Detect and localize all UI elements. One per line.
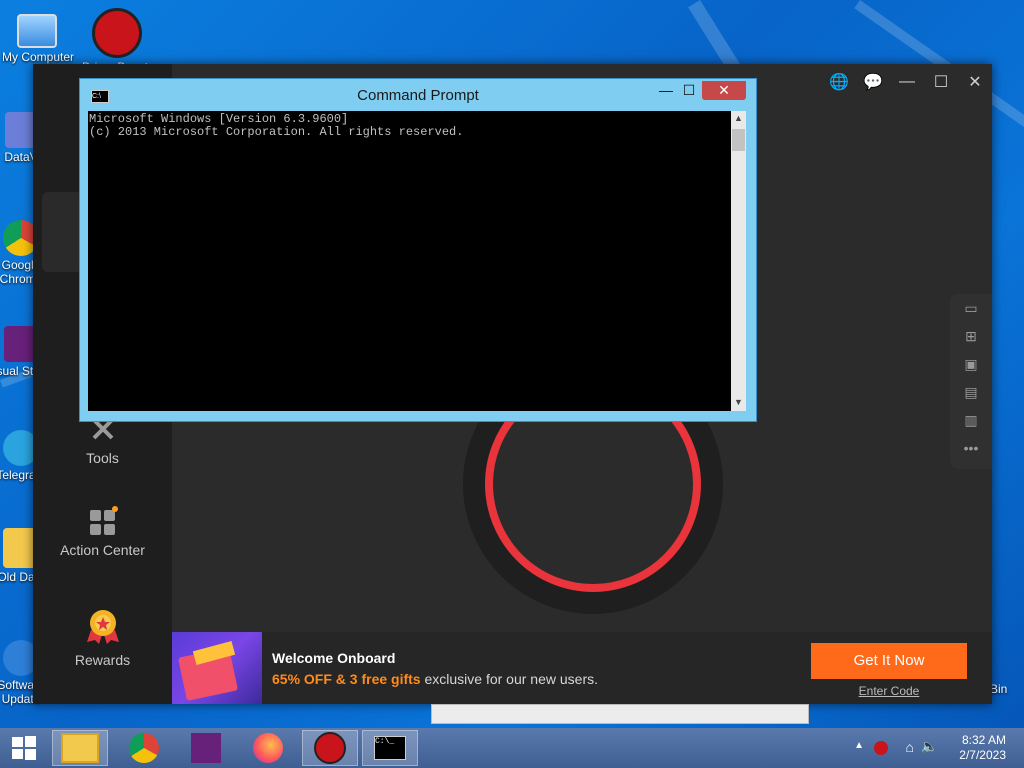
rewards-medal-icon xyxy=(83,608,123,646)
background-dialog xyxy=(431,704,809,724)
taskbar-command-prompt[interactable]: C:\_ xyxy=(362,730,418,766)
taskbar: C:\_ ▲ ⌂ 🔈 8:32 AM 2/7/2023 xyxy=(0,728,1024,768)
cmd-line: (c) 2013 Microsoft Corporation. All righ… xyxy=(89,125,464,139)
taskbar-driver-booster[interactable] xyxy=(302,730,358,766)
desktop: My Computer Driver Booster DataV Google … xyxy=(0,0,1024,728)
cmd-scroll-thumb[interactable] xyxy=(732,129,745,151)
cmd-icon: C:\_ xyxy=(374,736,406,760)
cmd-maximize-button[interactable]: ☐ xyxy=(678,81,700,100)
sidebar-item-rewards[interactable]: Rewards xyxy=(33,608,172,668)
chip-icon[interactable]: ▣ xyxy=(950,350,992,378)
banner-offer-text: exclusive for our new users. xyxy=(420,671,598,687)
cmd-close-button[interactable]: ✕ xyxy=(702,81,746,100)
visual-studio-icon xyxy=(191,733,221,763)
sidebar-item-label: Action Center xyxy=(60,542,145,558)
cmd-title-bar[interactable]: C:\ Command Prompt — ☐ ✕ xyxy=(80,79,756,109)
monitor-icon[interactable]: ▭ xyxy=(950,294,992,322)
desktop-icon-my-computer[interactable]: My Computer xyxy=(2,8,75,64)
taskbar-firefox[interactable] xyxy=(240,730,296,766)
firefox-icon xyxy=(253,733,283,763)
enter-code-link[interactable]: Enter Code xyxy=(811,684,967,698)
sidebar-item-label: Rewards xyxy=(74,652,131,668)
banner-offer-highlight: 65% OFF & 3 free gifts xyxy=(272,671,421,687)
scroll-down-icon[interactable]: ▼ xyxy=(731,397,746,407)
cmd-minimize-button[interactable]: — xyxy=(655,81,677,100)
clock-time: 8:32 AM xyxy=(961,733,1006,747)
scroll-up-icon[interactable]: ▲ xyxy=(731,113,746,123)
cmd-terminal[interactable]: Microsoft Windows [Version 6.3.9600] (c) … xyxy=(88,111,731,411)
clock-date: 2/7/2023 xyxy=(959,748,1006,762)
network-icon[interactable]: ⌂ xyxy=(906,739,914,755)
cmd-scrollbar[interactable]: ▲ ▼ xyxy=(731,111,746,411)
start-button[interactable] xyxy=(0,730,48,766)
window-controls: 🌐 💬 — ☐ ✕ xyxy=(822,64,992,100)
computer-icon xyxy=(17,14,57,48)
more-icon[interactable]: ••• xyxy=(950,434,992,462)
driver-booster-tray-icon[interactable] xyxy=(874,741,888,755)
driver-booster-icon xyxy=(314,732,346,764)
volume-icon[interactable]: 🔈 xyxy=(921,738,938,755)
taskbar-file-explorer[interactable] xyxy=(52,730,108,766)
language-icon[interactable]: 🌐 xyxy=(822,65,856,99)
clock[interactable]: 8:32 AM 2/7/2023 xyxy=(959,733,1006,763)
minimize-button[interactable]: — xyxy=(890,65,924,99)
taskbar-visual-studio[interactable] xyxy=(178,730,234,766)
banner-headline: Welcome Onboard xyxy=(272,650,396,666)
chrome-icon xyxy=(129,733,159,763)
promo-banner: Welcome Onboard 65% OFF & 3 free gifts e… xyxy=(172,632,992,704)
memory-icon[interactable]: ▥ xyxy=(950,406,992,434)
sidebar-item-action-center[interactable]: Action Center xyxy=(33,506,172,558)
windows-logo-icon xyxy=(12,736,36,760)
action-center-icon xyxy=(88,506,118,536)
desktop-icon-label: Bin xyxy=(990,682,1008,696)
right-toolbar: ▭ ⊞ ▣ ▤ ▥ ••• xyxy=(950,294,992,469)
file-explorer-icon xyxy=(61,733,99,763)
sidebar-item-label: Tools xyxy=(86,450,119,466)
gift-icon xyxy=(172,632,262,704)
banner-offer: 65% OFF & 3 free gifts exclusive for our… xyxy=(272,671,598,687)
desktop-icon-label: My Computer xyxy=(2,50,75,64)
close-button[interactable]: ✕ xyxy=(958,65,992,99)
show-hidden-icons[interactable]: ▲ xyxy=(854,740,864,751)
card-icon[interactable]: ▤ xyxy=(950,378,992,406)
maximize-button[interactable]: ☐ xyxy=(924,65,958,99)
command-prompt-window: C:\ Command Prompt — ☐ ✕ Microsoft Windo… xyxy=(79,78,757,422)
windows-icon[interactable]: ⊞ xyxy=(950,322,992,350)
feedback-icon[interactable]: 💬 xyxy=(856,65,890,99)
sidebar-active-tab[interactable] xyxy=(42,192,82,272)
driver-booster-icon xyxy=(92,8,142,58)
get-it-now-button[interactable]: Get It Now xyxy=(811,643,967,679)
taskbar-chrome[interactable] xyxy=(116,730,172,766)
